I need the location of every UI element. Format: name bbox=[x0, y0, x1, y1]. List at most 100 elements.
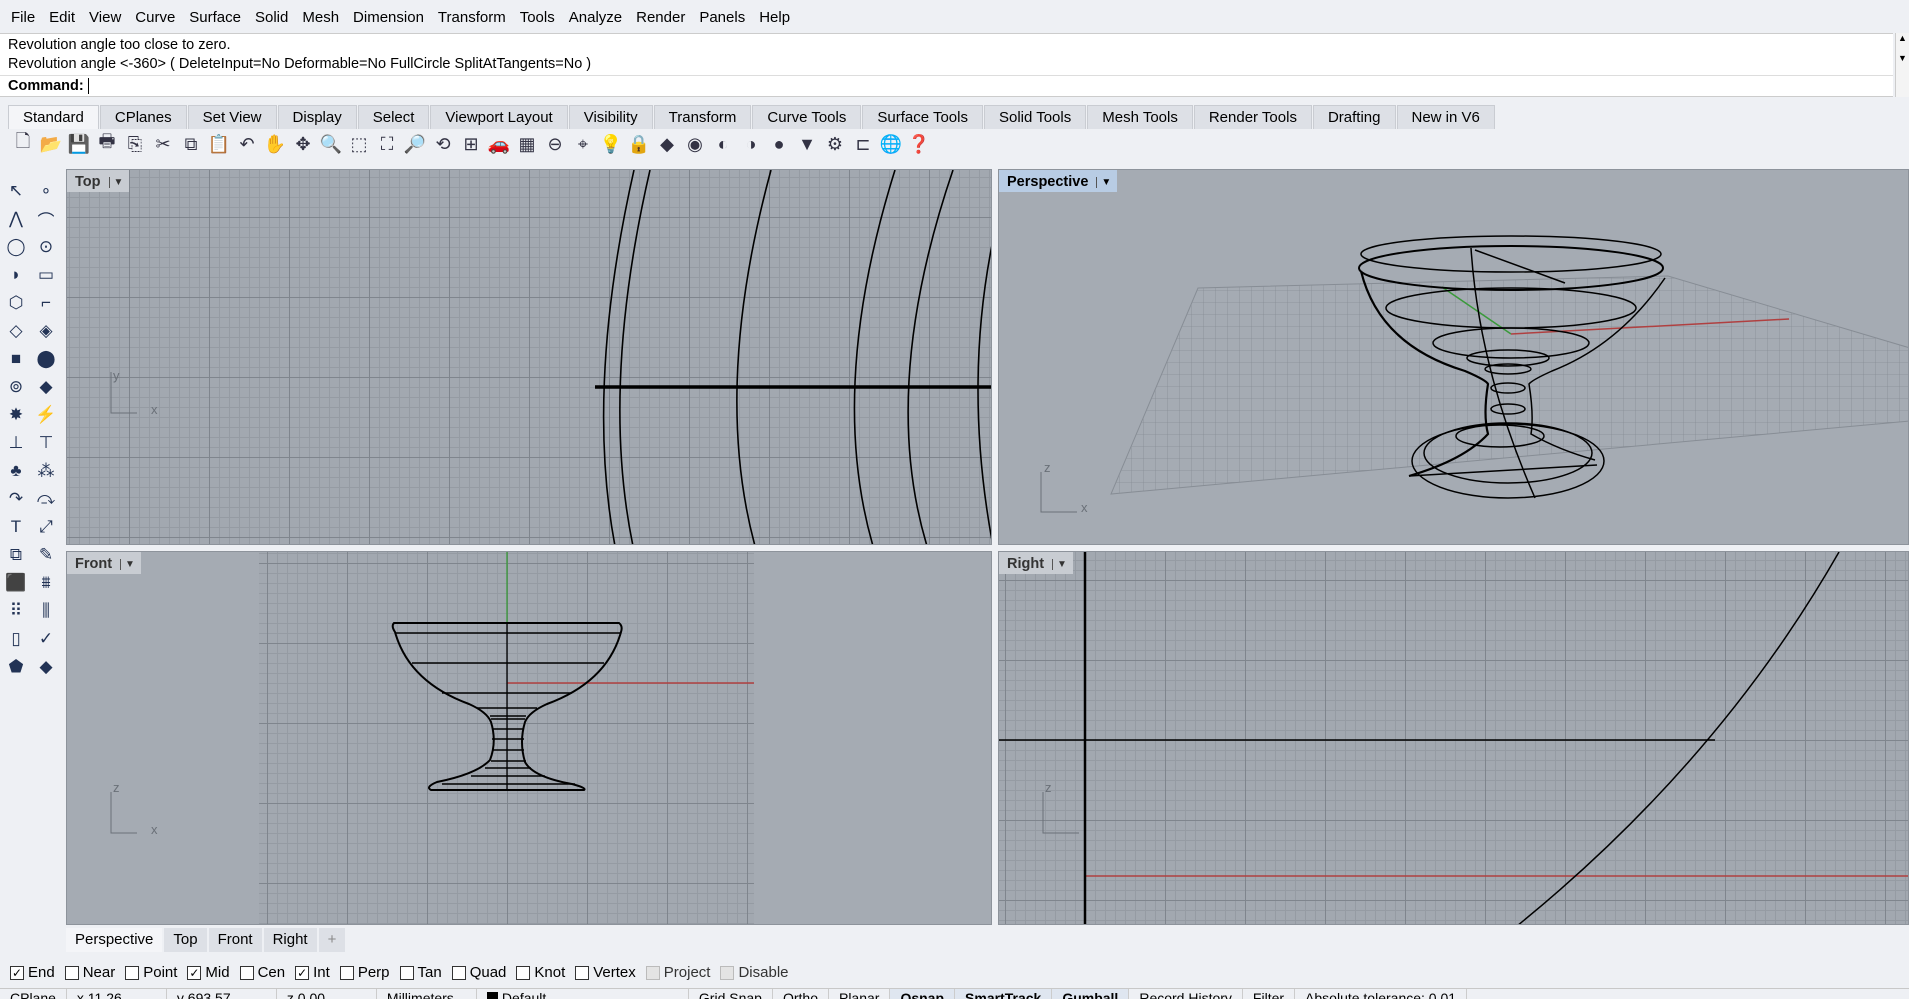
light-cone-icon[interactable]: ▼ bbox=[794, 131, 820, 157]
gumball-toggle[interactable]: Gumball bbox=[1052, 989, 1130, 999]
viewport-tab-right[interactable]: Right bbox=[263, 928, 317, 952]
tab-select[interactable]: Select bbox=[357, 105, 430, 129]
explode-icon[interactable]: ✸ bbox=[2, 402, 30, 428]
menu-mesh[interactable]: Mesh bbox=[295, 6, 346, 32]
point-icon[interactable]: ∘ bbox=[32, 178, 60, 204]
checkbox[interactable] bbox=[645, 965, 660, 980]
osnap-knot[interactable]: Knot bbox=[516, 964, 565, 981]
check-icon[interactable]: ✓ bbox=[32, 626, 60, 652]
options-gear-icon[interactable]: ⚙ bbox=[822, 131, 848, 157]
menu-surface[interactable]: Surface bbox=[182, 6, 248, 32]
viewport-label-top[interactable]: Top ▼ bbox=[67, 170, 130, 192]
polyline-icon[interactable]: ⋀ bbox=[2, 206, 30, 232]
fillet-icon[interactable]: ⌐ bbox=[32, 290, 60, 316]
tab-visibility[interactable]: Visibility bbox=[568, 105, 653, 129]
zoom-extents-icon[interactable]: ⛶ bbox=[374, 131, 400, 157]
distance-icon[interactable]: ⫼ bbox=[32, 598, 60, 624]
tab-mesh-tools[interactable]: Mesh Tools bbox=[1087, 105, 1193, 129]
blend-icon[interactable]: ⤼ bbox=[32, 486, 60, 512]
viewport-label-perspective[interactable]: Perspective ▼ bbox=[999, 170, 1118, 192]
chevron-down-icon[interactable]: ▼ bbox=[1096, 176, 1111, 188]
checkbox[interactable] bbox=[720, 965, 735, 980]
material-icon[interactable]: ◆ bbox=[32, 654, 60, 680]
menu-file[interactable]: File bbox=[4, 6, 42, 32]
analyze-icon[interactable]: ▯ bbox=[2, 626, 30, 652]
group-icon[interactable]: ♣ bbox=[2, 458, 30, 484]
sphere-wire-icon[interactable]: ◐ bbox=[710, 131, 736, 157]
viewport-tab-front[interactable]: Front bbox=[208, 928, 262, 952]
layer-icon[interactable]: ◆ bbox=[654, 131, 680, 157]
command-scrollbar[interactable]: ▲ ▼ bbox=[1895, 33, 1909, 97]
grid-snap-toggle[interactable]: Grid Snap bbox=[689, 989, 773, 999]
checkbox[interactable] bbox=[339, 965, 354, 980]
color-wheel-icon[interactable]: ◉ bbox=[682, 131, 708, 157]
text-icon[interactable]: T bbox=[2, 514, 30, 540]
chevron-down-icon[interactable]: ▼ bbox=[120, 558, 135, 570]
render-objects-icon[interactable]: ⬟ bbox=[2, 654, 30, 680]
light-icon[interactable]: 💡 bbox=[598, 131, 624, 157]
car-icon[interactable]: 🚗 bbox=[486, 131, 512, 157]
cplane-icon[interactable]: ⊖ bbox=[542, 131, 568, 157]
sphere-union-icon[interactable]: ⬤ bbox=[32, 346, 60, 372]
circle-icon[interactable]: ◯ bbox=[2, 234, 30, 260]
menu-tools[interactable]: Tools bbox=[513, 6, 562, 32]
save-icon[interactable]: 💾 bbox=[66, 131, 92, 157]
curve-icon[interactable]: ⌒ bbox=[32, 206, 60, 232]
viewport-tab-perspective[interactable]: Perspective bbox=[66, 928, 163, 952]
box-icon[interactable]: ■ bbox=[2, 346, 30, 372]
osnap-project[interactable]: Project bbox=[645, 964, 710, 981]
filter-button[interactable]: Filter bbox=[1243, 989, 1296, 999]
ungroup-icon[interactable]: ⁂ bbox=[32, 458, 60, 484]
boolean-icon[interactable]: ⚡ bbox=[32, 402, 60, 428]
help-icon[interactable]: ❓ bbox=[906, 131, 932, 157]
tab-render-tools[interactable]: Render Tools bbox=[1193, 105, 1312, 129]
checkbox[interactable] bbox=[399, 965, 414, 980]
tab-cplanes[interactable]: CPlanes bbox=[99, 105, 187, 129]
checkbox[interactable] bbox=[575, 965, 590, 980]
viewport-perspective[interactable]: z x Perspective ▼ bbox=[998, 169, 1909, 545]
checkbox[interactable] bbox=[64, 965, 79, 980]
menu-panels[interactable]: Panels bbox=[692, 6, 752, 32]
scale-icon[interactable]: ⤢ bbox=[32, 514, 60, 540]
paste-icon[interactable]: 📋 bbox=[206, 131, 232, 157]
chevron-down-icon[interactable]: ▼ bbox=[108, 176, 123, 188]
command-input[interactable]: Command: bbox=[0, 75, 1893, 97]
ellipse-icon[interactable]: ⊙ bbox=[32, 234, 60, 260]
viewport-top[interactable]: y x Top ▼ bbox=[66, 169, 992, 545]
osnap-tan[interactable]: Tan bbox=[399, 964, 442, 981]
array-grid-icon[interactable]: ⠿ bbox=[2, 598, 30, 624]
menu-transform[interactable]: Transform bbox=[431, 6, 513, 32]
checkbox[interactable] bbox=[239, 965, 254, 980]
globe-icon[interactable]: 🌐 bbox=[878, 131, 904, 157]
tab-standard[interactable]: Standard bbox=[8, 105, 99, 129]
sphere-render-icon[interactable]: ● bbox=[766, 131, 792, 157]
copy-icon[interactable]: ⧉ bbox=[178, 131, 204, 157]
surface-edge-icon[interactable]: ◈ bbox=[32, 318, 60, 344]
tab-surface-tools[interactable]: Surface Tools bbox=[862, 105, 983, 129]
checkbox[interactable]: ✓ bbox=[187, 965, 202, 980]
tab-solid-tools[interactable]: Solid Tools bbox=[983, 105, 1087, 129]
extrude-icon[interactable]: ⊚ bbox=[2, 374, 30, 400]
arc-icon[interactable]: ◗ bbox=[2, 262, 30, 288]
menu-view[interactable]: View bbox=[82, 6, 128, 32]
osnap-cen[interactable]: Cen bbox=[239, 964, 285, 981]
rotate-view-icon[interactable]: ✥ bbox=[290, 131, 316, 157]
status-cplane[interactable]: CPlane bbox=[0, 989, 67, 999]
menu-analyze[interactable]: Analyze bbox=[562, 6, 629, 32]
tab-set-view[interactable]: Set View bbox=[187, 105, 277, 129]
zoom-icon[interactable]: 🔍 bbox=[318, 131, 344, 157]
tab-curve-tools[interactable]: Curve Tools bbox=[752, 105, 862, 129]
add-viewport-tab-button[interactable]: + bbox=[318, 928, 346, 952]
sphere-shaded-icon[interactable]: ◑ bbox=[738, 131, 764, 157]
checkbox[interactable]: ✓ bbox=[10, 965, 24, 980]
four-viewports-icon[interactable]: ⊞ bbox=[458, 131, 484, 157]
select-icon[interactable]: ↖ bbox=[2, 178, 30, 204]
surface-corners-icon[interactable]: ◇ bbox=[2, 318, 30, 344]
edit-icon[interactable]: ✎ bbox=[32, 542, 60, 568]
pan-icon[interactable]: ✋ bbox=[262, 131, 288, 157]
osnap-mid[interactable]: ✓ Mid bbox=[187, 964, 230, 981]
solid-tools-icon[interactable]: ⬛ bbox=[2, 570, 30, 596]
viewport-label-right[interactable]: Right ▼ bbox=[999, 552, 1073, 574]
tab-display[interactable]: Display bbox=[277, 105, 357, 129]
grid-icon[interactable]: ▦ bbox=[514, 131, 540, 157]
